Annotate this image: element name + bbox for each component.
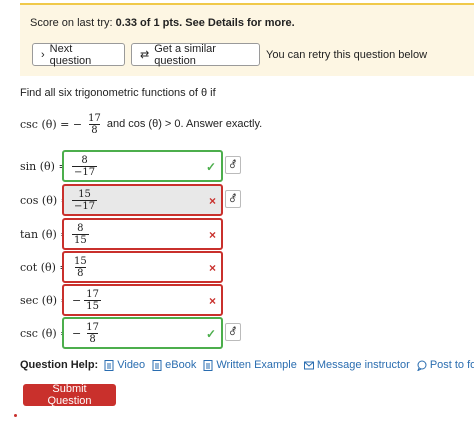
given-condition: csc (θ) = − 17 8 and cos (θ) > 0. Answer… (20, 108, 262, 140)
answer-denominator: 8 (87, 333, 98, 345)
question-prompt: Find all six trigonometric functions of … (20, 87, 216, 99)
answer-fraction: 15 −17 (72, 189, 98, 212)
answer-input-csc[interactable]: − 17 8 ✓ (62, 317, 223, 349)
answer-fraction: 8 15 (72, 223, 89, 246)
answer-denominator: 8 (75, 267, 86, 279)
answer-denominator: −17 (72, 200, 98, 212)
answer-fraction: 15 8 (72, 256, 89, 279)
answer-value: − 17 8 (72, 322, 101, 345)
refresh-icon: ⇄ (140, 49, 150, 61)
written-example-label: Written Example (216, 359, 297, 371)
score-banner: Score on last try: 0.33 of 1 pts. See De… (20, 3, 474, 76)
question-help: Question Help: Video eBook Written Examp… (20, 359, 474, 371)
answer-value: 15 −17 (72, 189, 98, 212)
envelope-icon (303, 361, 314, 369)
negative-sign: − (72, 294, 82, 307)
answer-input-cot[interactable]: 15 8 × (62, 251, 223, 283)
message-instructor-label: Message instructor (316, 359, 410, 371)
answer-value: − 17 15 (72, 289, 101, 312)
score-prefix: Score on last try: (30, 17, 116, 29)
answer-input-sin[interactable]: 8 −17 ✓ (62, 150, 223, 182)
answer-fraction: 8 −17 (72, 155, 98, 178)
given-denominator: 8 (89, 123, 100, 136)
answer-input-sec[interactable]: − 17 15 × (62, 284, 223, 316)
answer-fraction: 17 15 (84, 289, 101, 312)
score-suffix: . See Details for more. (179, 17, 295, 29)
cross-icon: × (208, 228, 216, 242)
video-link[interactable]: Video (104, 359, 145, 371)
check-icon: ✓ (205, 160, 216, 174)
answer-input-tan[interactable]: 8 15 × (62, 218, 223, 250)
score-value: 0.33 of 1 pts (115, 17, 180, 29)
negative-sign: − (72, 327, 82, 340)
answer-numerator: 17 (86, 322, 99, 333)
cross-icon: × (208, 194, 216, 208)
key-icon[interactable]: ⚦ (225, 323, 241, 341)
answer-numerator: 15 (74, 256, 87, 267)
document-icon (104, 359, 114, 371)
score-line: Score on last try: 0.33 of 1 pts. See De… (30, 17, 295, 29)
given-fraction: 17 8 (86, 113, 103, 136)
document-icon (203, 359, 213, 371)
key-icon[interactable]: ⚦ (225, 156, 241, 174)
submit-question-button[interactable]: Submit Question (23, 383, 116, 407)
answer-value: 15 8 (72, 256, 89, 279)
similar-question-button[interactable]: ⇄ Get a similar question (131, 42, 260, 67)
post-to-forum-link[interactable]: Post to forum (417, 359, 474, 371)
post-to-forum-label: Post to forum (429, 359, 474, 371)
answer-denominator: 15 (84, 300, 101, 312)
speech-bubble-icon (417, 360, 427, 371)
ebook-label: eBook (165, 359, 197, 371)
document-icon (152, 359, 162, 371)
cross-icon: × (208, 261, 216, 275)
next-question-label: Next question (49, 42, 92, 67)
answer-denominator: 15 (72, 234, 89, 246)
check-icon: ✓ (205, 327, 216, 341)
given-numerator: 17 (88, 112, 101, 124)
answer-value: 8 15 (72, 223, 89, 246)
answer-numerator: 8 (77, 223, 84, 234)
next-question-button[interactable]: › Next question (32, 42, 125, 67)
retry-note: You can retry this question below (266, 49, 428, 61)
answer-numerator: 8 (81, 155, 88, 166)
ebook-link[interactable]: eBook (152, 359, 196, 371)
given-lhs: csc (θ) = − (20, 117, 83, 131)
written-example-link[interactable]: Written Example (203, 359, 297, 371)
message-instructor-link[interactable]: Message instructor (303, 359, 410, 371)
question-help-label: Question Help: (20, 359, 99, 371)
answer-input-cos[interactable]: 15 −17 × (62, 184, 223, 216)
status-dot (14, 414, 17, 417)
answer-value: 8 −17 (72, 155, 98, 178)
video-label: Video (117, 359, 146, 371)
similar-question-label: Get a similar question (154, 42, 216, 67)
answer-numerator: 17 (86, 289, 99, 300)
answer-label: sin (θ) = (20, 160, 68, 173)
answer-fraction: 17 8 (84, 322, 101, 345)
answer-numerator: 15 (78, 189, 91, 200)
cross-icon: × (208, 294, 216, 308)
answer-denominator: −17 (72, 166, 98, 178)
given-rest: and cos (θ) > 0. Answer exactly. (106, 118, 263, 130)
key-icon[interactable]: ⚦ (225, 190, 241, 208)
chevron-right-icon: › (41, 48, 45, 61)
